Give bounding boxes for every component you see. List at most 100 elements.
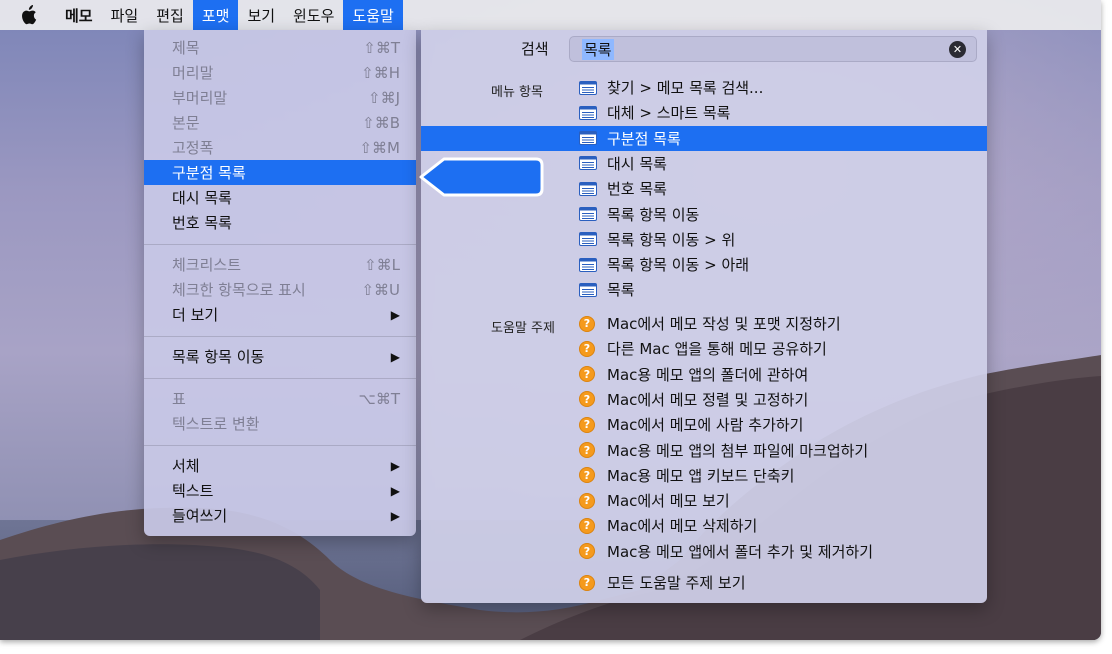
help-menu-result[interactable]: 목록 항목 이동 > 아래 xyxy=(421,252,987,277)
topic-label: Mac에서 메모 작성 및 포맷 지정하기 xyxy=(607,315,841,333)
menu-item-label: 표 xyxy=(172,390,186,408)
topic-label: Mac용 메모 앱에서 폴더 추가 및 제거하기 xyxy=(607,542,873,561)
help-topic-result[interactable]: ? Mac에서 메모 보기 xyxy=(421,488,987,513)
search-value: 목록 xyxy=(582,38,614,60)
topic-label: Mac에서 메모 삭제하기 xyxy=(607,517,758,536)
shortcut: ⇧⌘J xyxy=(368,88,400,107)
help-topic-result[interactable]: ? Mac용 메모 앱의 폴더에 관하여 xyxy=(421,362,987,387)
menu-item-label: 체크리스트 xyxy=(172,256,242,274)
submenu-arrow-icon: ▶ xyxy=(390,483,400,498)
menu-item-label: 텍스트 xyxy=(172,482,214,500)
topic-label: Mac에서 메모 정렬 및 고정하기 xyxy=(607,390,809,409)
menu-view[interactable]: 보기 xyxy=(238,0,284,30)
submenu-arrow-icon: ▶ xyxy=(390,307,400,322)
help-menu-result[interactable]: 목록 항목 이동 > 위 xyxy=(421,227,987,252)
help-menu-result[interactable]: 구분점 목록 xyxy=(421,125,987,151)
topic-label: Mac용 메모 앱의 폴더에 관하여 xyxy=(607,365,809,384)
format-item-more[interactable]: 더 보기 ▶ xyxy=(144,302,416,327)
menu-item-label: 텍스트로 변환 xyxy=(172,415,260,433)
shortcut: ⇧⌘H xyxy=(361,63,400,82)
menu-format[interactable]: 포맷 xyxy=(192,0,239,30)
result-label: 구분점 목록 xyxy=(607,129,681,148)
shortcut: ⇧⌘T xyxy=(363,38,400,57)
search-label: 검색 xyxy=(521,40,549,58)
result-label: 번호 목록 xyxy=(607,180,667,199)
submenu-arrow-icon: ▶ xyxy=(390,349,400,364)
format-item-table[interactable]: 표 ⌥⌘T xyxy=(144,386,416,411)
help-topic-result[interactable]: ? Mac용 메모 앱에서 폴더 추가 및 제거하기 xyxy=(421,539,987,564)
format-item-checklist[interactable]: 체크리스트 ⇧⌘L xyxy=(144,252,416,277)
format-item-numbered-list[interactable]: 번호 목록 xyxy=(144,210,416,235)
help-topic-result[interactable]: ? Mac에서 메모 정렬 및 고정하기 xyxy=(421,387,987,412)
format-item-convert-to-text[interactable]: 텍스트로 변환 xyxy=(144,411,416,436)
menu-separator xyxy=(144,336,416,337)
menu-item-label: 번호 목록 xyxy=(172,214,232,232)
format-item-heading[interactable]: 머리말 ⇧⌘H xyxy=(144,60,416,85)
menu-item-label: 제목 xyxy=(172,39,200,57)
callout-arrow xyxy=(419,157,544,197)
menu-item-icon xyxy=(579,181,597,196)
format-item-text[interactable]: 텍스트 ▶ xyxy=(144,478,416,503)
help-menu-result[interactable]: 목록 xyxy=(421,277,987,302)
apple-icon xyxy=(22,5,37,25)
help-topic-result[interactable]: ? 다른 Mac 앱을 통해 메모 공유하기 xyxy=(421,336,987,361)
help-topic-icon: ? xyxy=(579,517,595,534)
menu-item-icon xyxy=(579,257,597,272)
submenu-arrow-icon: ▶ xyxy=(390,508,400,523)
format-item-mark-checked[interactable]: 체크한 항목으로 표시 ⇧⌘U xyxy=(144,277,416,302)
result-label: 대시 목록 xyxy=(607,154,667,173)
help-topic-icon: ? xyxy=(579,340,595,357)
help-topic-result[interactable]: ? Mac용 메모 앱 키보드 단축키 xyxy=(421,463,987,488)
menu-item-icon xyxy=(579,80,597,95)
format-item-font[interactable]: 서체 ▶ xyxy=(144,453,416,478)
help-menu-result[interactable]: 목록 항목 이동 xyxy=(421,202,987,227)
help-topic-result[interactable]: ? Mac에서 메모 작성 및 포맷 지정하기 xyxy=(421,311,987,336)
format-item-monospaced[interactable]: 고정폭 ⇧⌘M xyxy=(144,135,416,160)
topic-label: Mac용 메모 앱의 첨부 파일에 마크업하기 xyxy=(607,441,869,460)
menu-help[interactable]: 도움말 xyxy=(343,0,403,30)
menu-window[interactable]: 윈도우 xyxy=(284,0,343,30)
format-item-bulleted-list[interactable]: 구분점 목록 xyxy=(144,160,416,185)
help-topic-icon: ? xyxy=(579,543,595,560)
format-item-title[interactable]: 제목 ⇧⌘T xyxy=(144,35,416,60)
help-menu-result[interactable]: 대체 > 스마트 목록 xyxy=(421,100,987,125)
shortcut: ⌥⌘T xyxy=(358,389,400,408)
result-label: 목록 xyxy=(607,281,635,300)
help-topic-icon: ? xyxy=(579,315,595,332)
menu-item-label: 고정폭 xyxy=(172,139,214,157)
topic-label: Mac용 메모 앱 키보드 단축키 xyxy=(607,466,795,485)
menu-item-icon xyxy=(579,131,597,146)
help-topic-icon: ? xyxy=(579,391,595,408)
menu-item-label: 들여쓰기 xyxy=(172,507,228,525)
format-item-indentation[interactable]: 들여쓰기 ▶ xyxy=(144,503,416,528)
shortcut: ⇧⌘U xyxy=(361,280,400,299)
format-item-body[interactable]: 본문 ⇧⌘B xyxy=(144,110,416,135)
menu-file[interactable]: 파일 xyxy=(102,0,148,30)
result-label: 목록 항목 이동 > 아래 xyxy=(607,256,750,275)
apple-menu[interactable] xyxy=(0,0,56,30)
clear-search-icon[interactable]: ✕ xyxy=(949,41,966,58)
help-topic-result[interactable]: ? Mac용 메모 앱의 첨부 파일에 마크업하기 xyxy=(421,438,987,463)
result-label: 목록 항목 이동 xyxy=(607,205,700,224)
all-help-topics[interactable]: ? 모든 도움말 주제 보기 xyxy=(421,570,987,595)
help-search-field[interactable]: 목록 ✕ xyxy=(569,36,977,62)
topic-label: Mac에서 메모에 사람 추가하기 xyxy=(607,416,804,435)
help-topic-icon: ? xyxy=(579,416,595,433)
format-item-move-list-item[interactable]: 목록 항목 이동 ▶ xyxy=(144,344,416,369)
menu-item-label: 부머리말 xyxy=(172,89,228,107)
help-menu-result[interactable]: 찾기 > 메모 목록 검색... xyxy=(421,75,987,100)
help-topic-result[interactable]: ? Mac에서 메모에 사람 추가하기 xyxy=(421,412,987,437)
menu-edit[interactable]: 편집 xyxy=(147,0,193,30)
format-item-dashed-list[interactable]: 대시 목록 xyxy=(144,185,416,210)
menu-item-label: 대시 목록 xyxy=(172,189,232,207)
format-item-subheading[interactable]: 부머리말 ⇧⌘J xyxy=(144,85,416,110)
menu-item-label: 목록 항목 이동 xyxy=(172,348,265,366)
help-topic-result[interactable]: ? Mac에서 메모 삭제하기 xyxy=(421,513,987,538)
menu-item-label: 체크한 항목으로 표시 xyxy=(172,281,306,299)
result-label: 찾기 > 메모 목록 검색... xyxy=(607,79,764,97)
menu-bar: 메모 파일 편집 포맷 보기 윈도우 도움말 xyxy=(0,0,1101,30)
menu-notes[interactable]: 메모 xyxy=(56,0,102,30)
all-topics-label: 모든 도움말 주제 보기 xyxy=(607,574,746,592)
format-menu: 제목 ⇧⌘T 머리말 ⇧⌘H 부머리말 ⇧⌘J 본문 ⇧⌘B 고정폭 ⇧⌘M 구분점 목록… xyxy=(144,30,416,536)
shortcut: ⇧⌘M xyxy=(359,138,400,157)
